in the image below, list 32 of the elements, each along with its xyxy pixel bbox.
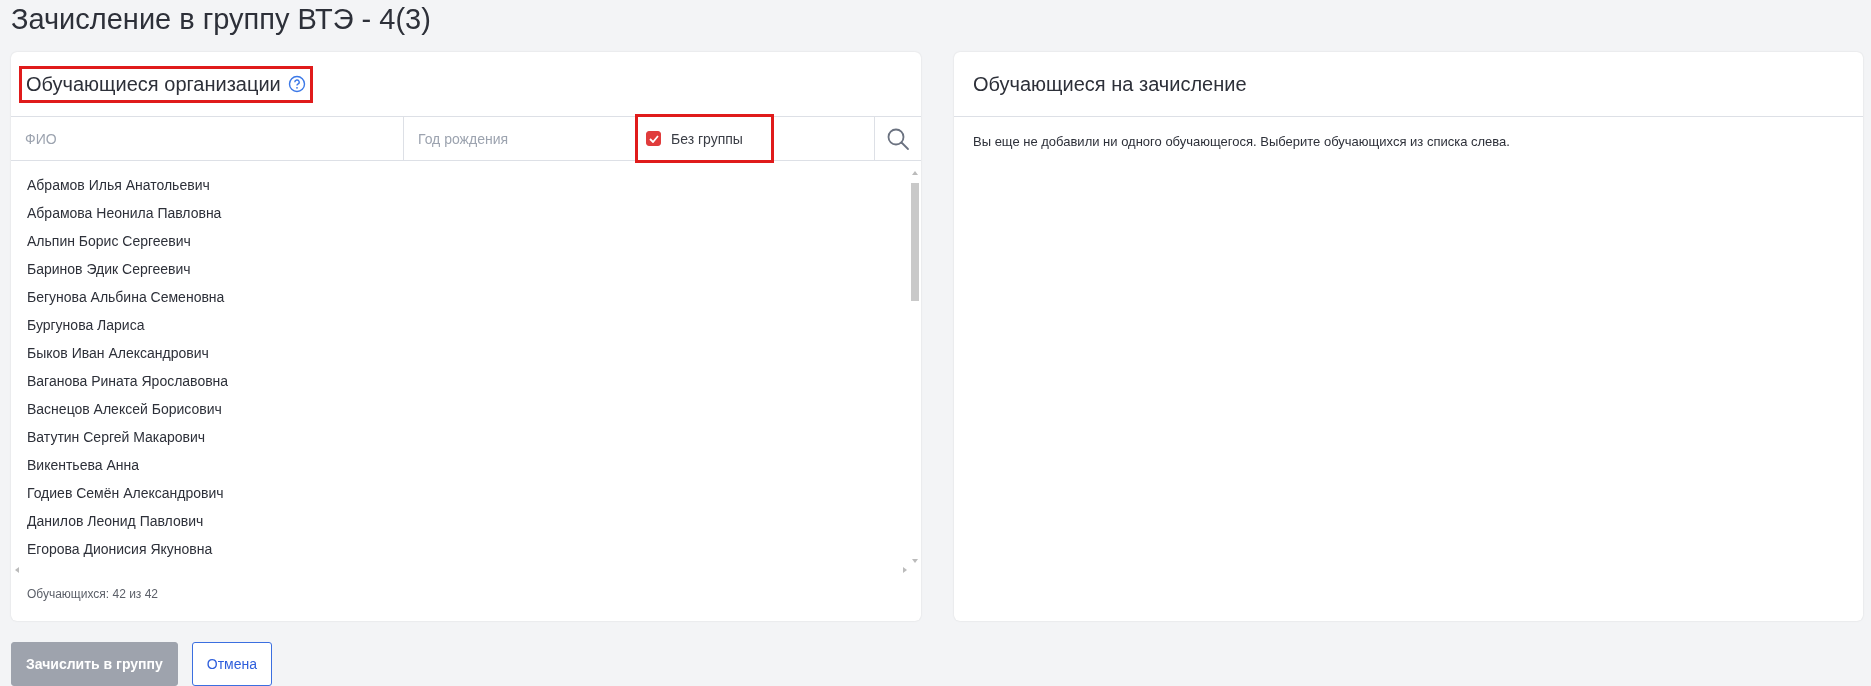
student-item[interactable]: Данилов Леонид Павлович xyxy=(27,507,909,535)
page-title: Зачисление в группу ВТЭ - 4(3) xyxy=(11,2,432,37)
checkbox[interactable] xyxy=(646,131,661,146)
student-item[interactable]: Быков Иван Александрович xyxy=(27,339,909,367)
name-field[interactable]: ФИО xyxy=(17,130,397,147)
student-item[interactable]: Ватутин Сергей Макарович xyxy=(27,423,909,451)
student-item[interactable]: Бегунова Альбина Семеновна xyxy=(27,283,909,311)
student-item[interactable]: Васнецов Алексей Борисович xyxy=(27,395,909,423)
birth-year-field[interactable]: Год рождения xyxy=(410,130,631,147)
panel-title: Обучающиеся на зачисление xyxy=(973,72,1247,96)
scroll-down-icon[interactable] xyxy=(912,559,918,563)
cancel-button[interactable]: Отмена xyxy=(191,642,272,686)
scrollbar-thumb[interactable] xyxy=(911,183,919,301)
student-item[interactable]: Ваганова Рината Ярославовна xyxy=(27,367,909,395)
student-item[interactable]: Викентьева Анна xyxy=(27,451,909,479)
student-item[interactable]: Бургунова Лариса xyxy=(27,311,909,339)
search-button[interactable] xyxy=(886,126,910,151)
scroll-left-icon[interactable] xyxy=(15,567,19,573)
scroll-up-icon[interactable] xyxy=(912,171,918,175)
student-item[interactable]: Абрамова Неонила Павловна xyxy=(27,199,909,227)
student-item[interactable]: Егорова Дионисия Якуновна xyxy=(27,535,909,563)
help-icon[interactable] xyxy=(287,75,306,93)
no-group-checkbox[interactable]: Без группы xyxy=(646,130,743,147)
student-item[interactable]: Баринов Эдик Сергеевич xyxy=(27,255,909,283)
scroll-right-icon[interactable] xyxy=(903,567,907,573)
search-icon xyxy=(886,126,910,151)
student-item[interactable]: Абрамов Илья Анатольевич xyxy=(27,171,909,199)
student-item[interactable]: Годиев Семён Александрович xyxy=(27,479,909,507)
empty-message: Вы еще не добавили ни одного обучающегося. Выберите обучающихся из списка слева. xyxy=(972,133,1511,151)
panel-title: Обучающиеся организации xyxy=(26,72,281,96)
student-item[interactable]: Альпин Борис Сергеевич xyxy=(27,227,909,255)
student-count: Обучающихся: 42 из 42 xyxy=(26,586,160,601)
